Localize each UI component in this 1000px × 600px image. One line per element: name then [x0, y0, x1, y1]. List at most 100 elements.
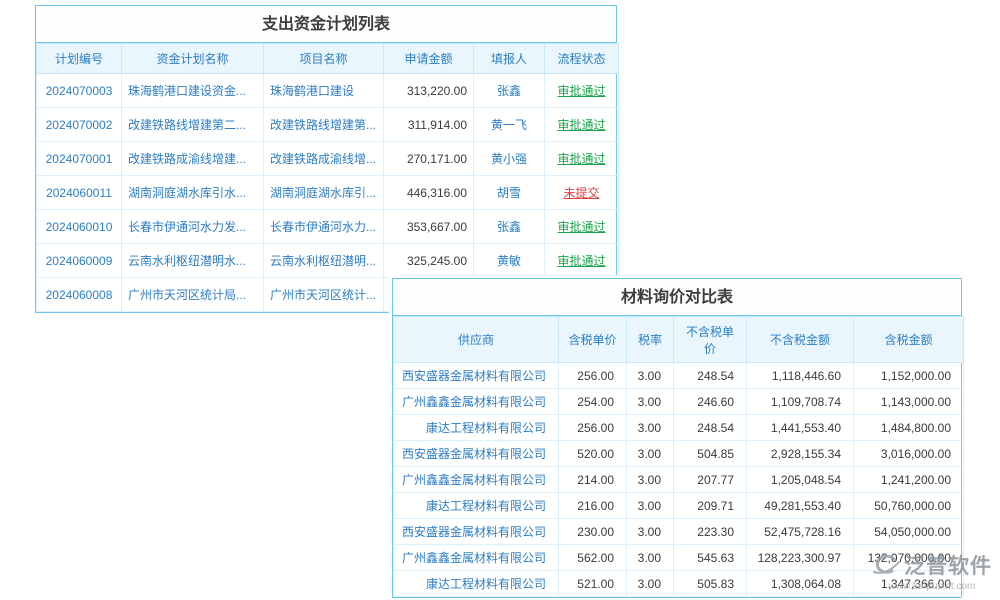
plan-id-cell[interactable]: 2024060011 — [37, 176, 122, 210]
table-row: 广州鑫鑫金属材料有限公司214.003.00207.771,205,048.54… — [394, 467, 964, 493]
amount-with-tax-cell: 1,241,200.00 — [854, 467, 964, 493]
supplier-column-header: 供应商 — [394, 317, 559, 363]
plan-id-column-header: 计划编号 — [37, 44, 122, 74]
apply-amount-cell: 270,171.00 — [384, 142, 474, 176]
price-without-tax-cell: 505.83 — [674, 571, 747, 597]
apply-amount-cell: 313,220.00 — [384, 74, 474, 108]
tax-rate-cell: 3.00 — [627, 493, 674, 519]
reporter-cell[interactable]: 黄敏 — [474, 244, 545, 278]
fund-plan-name-cell[interactable]: 云南水利枢纽潜明水... — [122, 244, 264, 278]
price-with-tax-cell: 521.00 — [559, 571, 627, 597]
fund-plan-name-column-header: 资金计划名称 — [122, 44, 264, 74]
tax-rate-cell: 3.00 — [627, 441, 674, 467]
supplier-cell[interactable]: 康达工程材料有限公司 — [394, 493, 559, 519]
price-without-tax-cell: 248.54 — [674, 415, 747, 441]
fanpu-logo-icon — [872, 553, 900, 577]
reporter-column-header: 填报人 — [474, 44, 545, 74]
price-without-tax-cell: 545.63 — [674, 545, 747, 571]
table-row: 2024070001改建铁路成渝线增建...改建铁路成渝线增...270,171… — [37, 142, 619, 176]
tax-rate-cell: 3.00 — [627, 467, 674, 493]
tax-rate-cell: 3.00 — [627, 545, 674, 571]
reporter-cell[interactable]: 张鑫 — [474, 210, 545, 244]
supplier-cell[interactable]: 西安盛器金属材料有限公司 — [394, 441, 559, 467]
plan-id-cell[interactable]: 2024070001 — [37, 142, 122, 176]
reporter-cell[interactable]: 黄一飞 — [474, 108, 545, 142]
process-status-cell[interactable]: 未提交 — [545, 176, 619, 210]
table-row: 2024070003珠海鹤港口建设资金...珠海鹤港口建设313,220.00张… — [37, 74, 619, 108]
amount-without-tax-cell: 128,223,300.97 — [747, 545, 854, 571]
process-status-cell[interactable]: 审批通过 — [545, 74, 619, 108]
reporter-cell[interactable]: 黄小强 — [474, 142, 545, 176]
price-without-tax-cell: 207.77 — [674, 467, 747, 493]
price-with-tax-cell: 256.00 — [559, 415, 627, 441]
amount-with-tax-cell: 1,152,000.00 — [854, 363, 964, 389]
supplier-cell[interactable]: 康达工程材料有限公司 — [394, 571, 559, 597]
fund-plan-name-cell[interactable]: 改建铁路成渝线增建... — [122, 142, 264, 176]
supplier-cell[interactable]: 西安盛器金属材料有限公司 — [394, 363, 559, 389]
plan-id-cell[interactable]: 2024060010 — [37, 210, 122, 244]
amount-without-tax-cell: 1,205,048.54 — [747, 467, 854, 493]
table-row: 广州鑫鑫金属材料有限公司254.003.00246.601,109,708.74… — [394, 389, 964, 415]
reporter-cell[interactable]: 张鑫 — [474, 74, 545, 108]
process-status-cell[interactable]: 审批通过 — [545, 244, 619, 278]
price-with-tax-cell: 254.00 — [559, 389, 627, 415]
supplier-cell[interactable]: 广州鑫鑫金属材料有限公司 — [394, 467, 559, 493]
fund-plan-name-cell[interactable]: 湖南洞庭湖水库引水... — [122, 176, 264, 210]
plan-id-cell[interactable]: 2024070002 — [37, 108, 122, 142]
table-row: 西安盛器金属材料有限公司520.003.00504.852,928,155.34… — [394, 441, 964, 467]
fund-plan-name-cell[interactable]: 广州市天河区统计局... — [122, 278, 264, 312]
quote-header-row: 供应商含税单价税率不含税单价不含税金额含税金额 — [394, 317, 964, 363]
plan-id-cell[interactable]: 2024070003 — [37, 74, 122, 108]
price-without-tax-cell: 209.71 — [674, 493, 747, 519]
price-with-tax-cell: 256.00 — [559, 363, 627, 389]
project-name-cell[interactable]: 改建铁路线增建第... — [264, 108, 384, 142]
table-row: 2024060011湖南洞庭湖水库引水...湖南洞庭湖水库引...446,316… — [37, 176, 619, 210]
fund-plan-name-cell[interactable]: 珠海鹤港口建设资金... — [122, 74, 264, 108]
plan-id-cell[interactable]: 2024060009 — [37, 244, 122, 278]
project-name-cell[interactable]: 珠海鹤港口建设 — [264, 74, 384, 108]
watermark-url: www.fanpusoft.com — [872, 581, 992, 592]
amount-without-tax-cell: 2,928,155.34 — [747, 441, 854, 467]
plan-table-grid: 计划编号资金计划名称项目名称申请金额填报人流程状态 2024070003珠海鹤港… — [36, 43, 619, 312]
fund-plan-name-cell[interactable]: 改建铁路线增建第二... — [122, 108, 264, 142]
supplier-cell[interactable]: 广州鑫鑫金属材料有限公司 — [394, 389, 559, 415]
apply-amount-cell: 325,245.00 — [384, 244, 474, 278]
project-name-cell[interactable]: 长春市伊通河水力... — [264, 210, 384, 244]
tax-rate-cell: 3.00 — [627, 571, 674, 597]
supplier-cell[interactable]: 康达工程材料有限公司 — [394, 415, 559, 441]
price-with-tax-cell: 230.00 — [559, 519, 627, 545]
amount-with-tax-cell: 1,143,000.00 — [854, 389, 964, 415]
table-row: 2024070002改建铁路线增建第二...改建铁路线增建第...311,914… — [37, 108, 619, 142]
project-name-cell[interactable]: 湖南洞庭湖水库引... — [264, 176, 384, 210]
price-without-tax-cell: 246.60 — [674, 389, 747, 415]
supplier-cell[interactable]: 广州鑫鑫金属材料有限公司 — [394, 545, 559, 571]
watermark-brand: 泛普软件 — [904, 550, 992, 580]
apply-amount-cell: 353,667.00 — [384, 210, 474, 244]
fund-plan-name-cell[interactable]: 长春市伊通河水力发... — [122, 210, 264, 244]
table-row: 2024060010长春市伊通河水力发...长春市伊通河水力...353,667… — [37, 210, 619, 244]
process-status-cell[interactable]: 审批通过 — [545, 142, 619, 176]
table-row: 2024060009云南水利枢纽潜明水...云南水利枢纽潜明...325,245… — [37, 244, 619, 278]
project-name-cell[interactable]: 改建铁路成渝线增... — [264, 142, 384, 176]
apply-amount-cell: 311,914.00 — [384, 108, 474, 142]
process-status-cell[interactable]: 审批通过 — [545, 108, 619, 142]
project-name-cell[interactable]: 云南水利枢纽潜明... — [264, 244, 384, 278]
price-with-tax-cell: 214.00 — [559, 467, 627, 493]
process-status-column-header: 流程状态 — [545, 44, 619, 74]
amount-with-tax-cell: 1,484,800.00 — [854, 415, 964, 441]
plan-id-cell[interactable]: 2024060008 — [37, 278, 122, 312]
quote-table-title: 材料询价对比表 — [393, 279, 961, 316]
reporter-cell[interactable]: 胡雪 — [474, 176, 545, 210]
supplier-cell[interactable]: 西安盛器金属材料有限公司 — [394, 519, 559, 545]
project-name-cell[interactable]: 广州市天河区统计... — [264, 278, 384, 312]
price-with-tax-cell: 216.00 — [559, 493, 627, 519]
amount-with-tax-cell: 54,050,000.00 — [854, 519, 964, 545]
expenditure-fund-plan-table: 支出资金计划列表 计划编号资金计划名称项目名称申请金额填报人流程状态 20240… — [35, 5, 617, 313]
tax-rate-cell: 3.00 — [627, 363, 674, 389]
apply-amount-cell: 446,316.00 — [384, 176, 474, 210]
amount-without-tax-cell: 49,281,553.40 — [747, 493, 854, 519]
amount-with-tax-cell: 50,760,000.00 — [854, 493, 964, 519]
process-status-cell[interactable]: 审批通过 — [545, 210, 619, 244]
price-without-tax-cell: 248.54 — [674, 363, 747, 389]
plan-table-title: 支出资金计划列表 — [36, 6, 616, 43]
